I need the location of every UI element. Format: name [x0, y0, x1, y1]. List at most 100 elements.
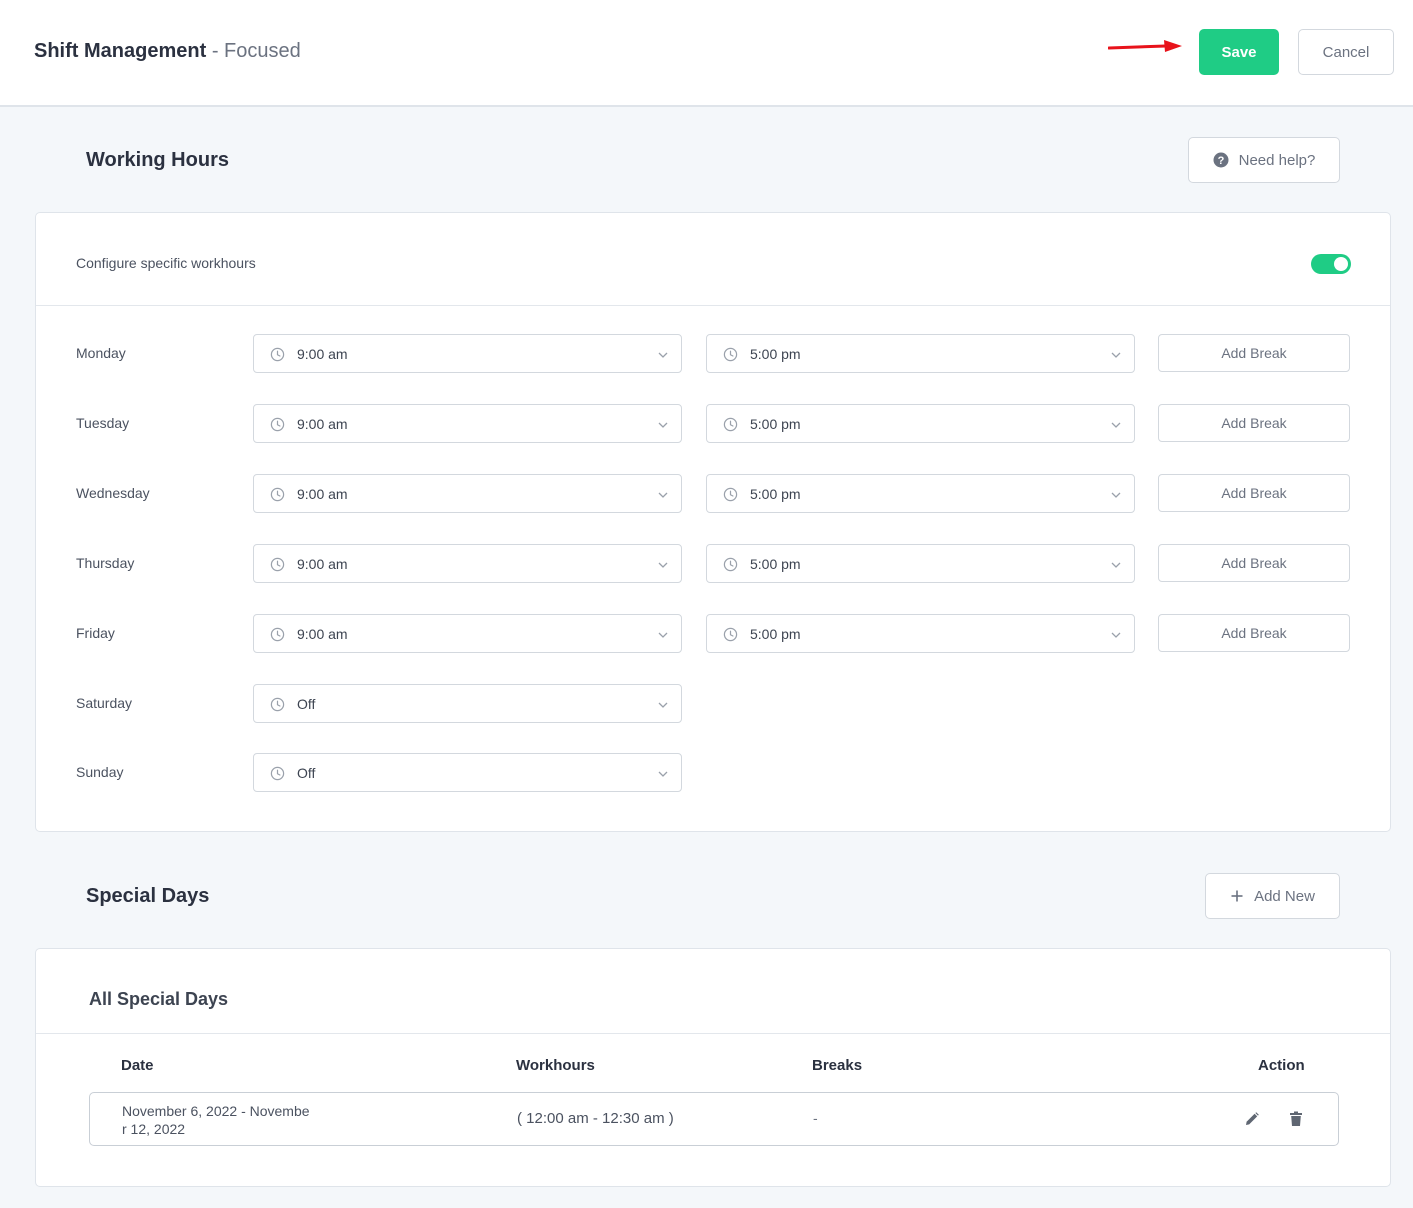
start-time-select[interactable]: Off — [253, 753, 682, 792]
end-time-select[interactable]: 5:00 pm — [706, 474, 1135, 513]
configure-workhours-toggle[interactable] — [1311, 254, 1351, 274]
help-circle-icon: ? — [1213, 152, 1229, 168]
end-time-value: 5:00 pm — [750, 346, 801, 362]
chevron-down-icon — [1110, 418, 1122, 436]
end-time-value: 5:00 pm — [750, 626, 801, 642]
add-break-button[interactable]: Add Break — [1158, 404, 1350, 442]
add-break-button[interactable]: Add Break — [1158, 334, 1350, 372]
end-time-value: 5:00 pm — [750, 556, 801, 572]
chevron-down-icon — [657, 488, 669, 506]
special-days-title: Special Days — [86, 885, 210, 907]
chevron-down-icon — [1110, 348, 1122, 366]
clock-icon — [270, 627, 285, 647]
column-header-breaks: Breaks — [812, 1057, 863, 1074]
day-label: Tuesday — [76, 415, 130, 431]
chevron-down-icon — [657, 418, 669, 436]
top-bar: Shift Management - Focused Save Cancel — [0, 0, 1413, 107]
page-title-subtitle: Focused — [224, 40, 301, 62]
special-days-card: All Special Days Date Workhours Breaks A… — [35, 948, 1391, 1187]
delete-button[interactable] — [1287, 1110, 1305, 1128]
card-divider — [36, 305, 1390, 306]
clock-icon — [270, 697, 285, 717]
plus-icon — [1231, 890, 1243, 902]
end-time-select[interactable]: 5:00 pm — [706, 334, 1135, 373]
special-day-breaks: - — [813, 1110, 818, 1126]
chevron-down-icon — [657, 698, 669, 716]
start-time-value: 9:00 am — [297, 486, 348, 502]
start-time-select[interactable]: 9:00 am — [253, 474, 682, 513]
pencil-icon — [1246, 1112, 1259, 1125]
day-row-sunday: Sunday Off — [36, 753, 1390, 793]
clock-icon — [270, 487, 285, 507]
day-label: Saturday — [76, 695, 133, 711]
configure-workhours-label: Configure specific workhours — [76, 255, 256, 271]
day-label: Friday — [76, 625, 115, 641]
column-header-action: Action — [1258, 1057, 1305, 1074]
day-row-tuesday: Tuesday 9:00 am 5:00 pm Add Break — [36, 404, 1390, 444]
clock-icon — [270, 347, 285, 367]
day-row-monday: Monday 9:00 am 5:00 pm Add Break — [36, 334, 1390, 374]
clock-icon — [270, 766, 285, 786]
clock-icon — [270, 557, 285, 577]
start-time-value: 9:00 am — [297, 416, 348, 432]
end-time-select[interactable]: 5:00 pm — [706, 544, 1135, 583]
end-time-value: 5:00 pm — [750, 416, 801, 432]
start-time-select[interactable]: 9:00 am — [253, 404, 682, 443]
chevron-down-icon — [657, 628, 669, 646]
chevron-down-icon — [1110, 558, 1122, 576]
start-time-select[interactable]: 9:00 am — [253, 544, 682, 583]
chevron-down-icon — [657, 348, 669, 366]
add-break-button[interactable]: Add Break — [1158, 474, 1350, 512]
save-button[interactable]: Save — [1199, 29, 1279, 75]
start-time-value: 9:00 am — [297, 626, 348, 642]
clock-icon — [723, 347, 738, 367]
column-header-workhours: Workhours — [516, 1057, 595, 1074]
red-arrow-icon — [1108, 40, 1182, 52]
day-label: Monday — [76, 345, 126, 361]
day-label: Sunday — [76, 764, 124, 780]
day-row-thursday: Thursday 9:00 am 5:00 pm Add Break — [36, 544, 1390, 584]
trash-icon — [1290, 1111, 1302, 1126]
start-time-select[interactable]: 9:00 am — [253, 334, 682, 373]
day-label: Wednesday — [76, 485, 150, 501]
start-time-select[interactable]: Off — [253, 684, 682, 723]
table-row: November 6, 2022 - November 12, 2022 ( 1… — [89, 1092, 1339, 1146]
card-divider — [36, 1033, 1390, 1034]
start-time-value: Off — [297, 696, 316, 712]
day-row-friday: Friday 9:00 am 5:00 pm Add Break — [36, 614, 1390, 654]
working-hours-title: Working Hours — [86, 149, 229, 171]
all-special-days-title: All Special Days — [89, 989, 229, 1009]
start-time-select[interactable]: 9:00 am — [253, 614, 682, 653]
chevron-down-icon — [1110, 488, 1122, 506]
end-time-select[interactable]: 5:00 pm — [706, 404, 1135, 443]
need-help-button[interactable]: ? Need help? — [1188, 137, 1340, 183]
start-time-value: 9:00 am — [297, 556, 348, 572]
add-new-label: Add New — [1254, 887, 1315, 905]
page-title-main: Shift Management — [34, 40, 207, 62]
special-day-date: November 6, 2022 - November 12, 2022 — [122, 1103, 310, 1137]
clock-icon — [723, 487, 738, 507]
add-break-button[interactable]: Add Break — [1158, 544, 1350, 582]
add-new-button[interactable]: Add New — [1205, 873, 1340, 919]
start-time-value: 9:00 am — [297, 346, 348, 362]
clock-icon — [270, 417, 285, 437]
clock-icon — [723, 627, 738, 647]
special-day-workhours: ( 12:00 am - 12:30 am ) — [517, 1110, 674, 1127]
page-title-separator: - — [211, 40, 219, 62]
end-time-value: 5:00 pm — [750, 486, 801, 502]
end-time-select[interactable]: 5:00 pm — [706, 614, 1135, 653]
cancel-button[interactable]: Cancel — [1298, 29, 1394, 75]
chevron-down-icon — [657, 767, 669, 785]
day-row-saturday: Saturday Off — [36, 684, 1390, 724]
svg-text:?: ? — [1217, 155, 1224, 167]
page-title: Shift Management - Focused — [34, 40, 301, 63]
day-row-wednesday: Wednesday 9:00 am 5:00 pm Add Break — [36, 474, 1390, 514]
working-hours-card: Configure specific workhours Monday 9:00 … — [35, 212, 1391, 832]
chevron-down-icon — [657, 558, 669, 576]
edit-button[interactable] — [1243, 1110, 1261, 1128]
start-time-value: Off — [297, 765, 316, 781]
need-help-label: Need help? — [1238, 151, 1316, 169]
add-break-button[interactable]: Add Break — [1158, 614, 1350, 652]
column-header-date: Date — [121, 1057, 154, 1074]
clock-icon — [723, 417, 738, 437]
